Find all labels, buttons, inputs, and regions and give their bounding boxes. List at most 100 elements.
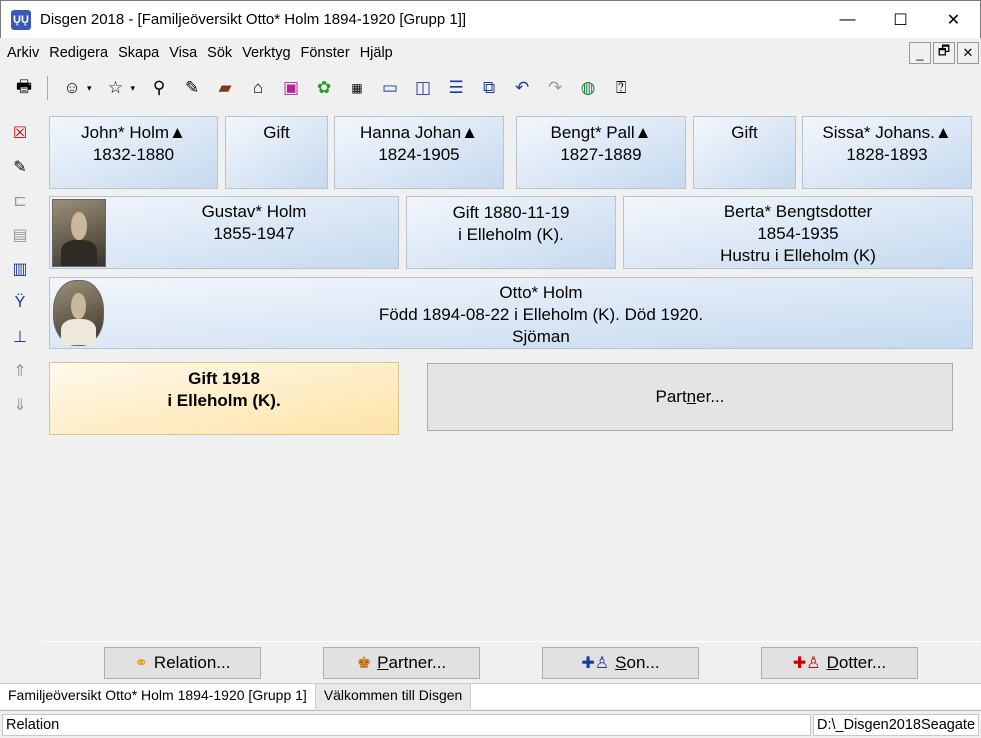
partner-placeholder[interactable]: Part n er... — [427, 363, 953, 431]
move-up-icon[interactable]: ⇑ — [6, 354, 34, 388]
status-text: Relation — [2, 713, 811, 736]
marriage-date: Gift 1880-11-19 — [452, 203, 570, 222]
paternal-grandmother-card[interactable]: Hanna Johan▲ 1824-1905 — [334, 116, 504, 189]
menu-arkiv[interactable]: Arkiv — [2, 45, 44, 61]
main-toolbar: 🖶 ☺ ▾ ☆ ▾ ⚲ ✎ ▰ ⌂ ▣ ✿ ▦ ▭ ◫ ☰ ⧉ ↶ ↷ ◍ ⍰ — [0, 70, 981, 106]
map-icon[interactable]: ✿ — [310, 74, 338, 102]
couple-icon: ♚ — [356, 655, 372, 672]
partner-button[interactable]: ♚ Partner... — [323, 647, 480, 679]
son-button-accelerator: S — [615, 653, 627, 672]
family-tree-horizontal-icon[interactable]: ⊏ — [6, 184, 34, 218]
menu-bar: Arkiv Redigera Skapa Visa Sök Verktyg Fö… — [0, 38, 981, 68]
relation-button[interactable]: ⚭ Relation... — [104, 647, 261, 679]
add-daughter-icon: ✚♙ — [792, 655, 821, 672]
person-years: 1832-1880 — [92, 145, 175, 164]
menu-verktyg[interactable]: Verktyg — [237, 45, 295, 61]
toolbar-separator — [47, 76, 48, 100]
menu-sok[interactable]: Sök — [202, 45, 237, 61]
has-children-icon: ▲ — [934, 123, 952, 142]
window-single-icon[interactable]: ▭ — [376, 74, 404, 102]
person-name: Hanna Johan — [360, 123, 462, 142]
person-role: Hustru i Elleholm (K) — [720, 246, 876, 265]
minimize-button[interactable]: — — [821, 1, 874, 39]
book-icon[interactable]: ▰ — [211, 74, 239, 102]
person-icon[interactable]: ☺ — [58, 74, 86, 102]
edit-note-icon[interactable]: ✎ — [178, 74, 206, 102]
rings-icon: ⚭ — [134, 655, 148, 672]
daughter-button[interactable]: ✚♙ Dotter... — [761, 647, 918, 679]
maternal-grandfather-card[interactable]: Bengt* Pall▲ 1827-1889 — [516, 116, 686, 189]
status-path: D:\_Disgen2018Seagate — [813, 713, 979, 736]
maternal-grandmother-card[interactable]: Sissa* Johans.▲ 1828-1893 — [802, 116, 972, 189]
window-horizontal-split-icon[interactable]: ☰ — [442, 74, 470, 102]
menu-visa[interactable]: Visa — [164, 45, 202, 61]
person-name: Sissa* Johans. — [822, 123, 935, 142]
tab-welcome[interactable]: Välkommen till Disgen — [314, 684, 472, 709]
father-photo[interactable] — [52, 199, 106, 267]
close-button[interactable]: ✕ — [927, 1, 980, 39]
person-name: Gustav* Holm — [201, 202, 307, 221]
partner-label-accelerator: n — [686, 387, 697, 406]
mdi-restore-button[interactable]: 🗗 — [933, 42, 955, 64]
mdi-minimize-button[interactable]: _ — [909, 42, 931, 64]
menu-redigera[interactable]: Redigera — [44, 45, 113, 61]
menu-hjalp[interactable]: Hjälp — [355, 45, 398, 61]
person-years: 1824-1905 — [378, 145, 460, 164]
sources-icon[interactable]: ▣ — [277, 74, 305, 102]
calendar-icon[interactable]: ▦ — [343, 74, 371, 102]
partner-button-accelerator: P — [377, 653, 389, 672]
tab-family-overview[interactable]: Familjeöversikt Otto* Holm 1894-1920 [Gr… — [0, 684, 315, 709]
person-name: Berta* Bengtsdotter — [723, 202, 873, 221]
redo-icon[interactable]: ↷ — [541, 74, 569, 102]
undo-icon[interactable]: ↶ — [508, 74, 536, 102]
person-occupation: Sjöman — [512, 327, 570, 346]
mdi-close-button[interactable]: ✕ — [957, 42, 979, 64]
notes-icon[interactable]: ✎ — [6, 150, 34, 184]
paternal-grandfather-card[interactable]: John* Holm▲ 1832-1880 — [49, 116, 218, 189]
move-down-icon[interactable]: ⇓ — [6, 388, 34, 422]
help-icon[interactable]: ⍰ — [607, 74, 635, 102]
window-vertical-split-icon[interactable]: ◫ — [409, 74, 437, 102]
maternal-grandparents-marriage-card[interactable]: Gift — [693, 116, 796, 189]
has-children-icon: ▲ — [461, 123, 478, 142]
own-marriage-card[interactable]: Gift 1918 i Elleholm (K). — [49, 362, 399, 435]
home-icon[interactable]: ⌂ — [244, 74, 272, 102]
marriage-date: Gift 1918 — [188, 369, 260, 388]
main-person-photo[interactable] — [53, 280, 104, 346]
paternal-grandparents-marriage-card[interactable]: Gift — [225, 116, 328, 189]
menu-skapa[interactable]: Skapa — [113, 45, 164, 61]
person-name: Bengt* Pall — [550, 123, 635, 142]
title-bar: ŲŲ Disgen 2018 - [Familjeöversikt Otto* … — [0, 0, 981, 38]
menu-fonster[interactable]: Fönster — [296, 45, 355, 61]
maximize-button[interactable]: ☐ — [874, 1, 927, 39]
delete-icon[interactable]: ☒ — [6, 116, 34, 150]
person-years: 1827-1889 — [560, 145, 642, 164]
ancestors-chart-icon[interactable]: ▤ — [6, 218, 34, 252]
add-son-icon: ✚♙ — [581, 655, 610, 672]
person-years: 1828-1893 — [846, 145, 928, 164]
pedigree-icon[interactable]: Ÿ — [6, 286, 34, 320]
dropdown-arrow-icon[interactable]: ▾ — [131, 83, 136, 94]
binoculars-icon[interactable]: ⚲ — [145, 74, 173, 102]
son-button-label: on... — [626, 653, 660, 672]
son-button[interactable]: ✚♙ Son... — [542, 647, 699, 679]
relation-button-label: Relation... — [153, 653, 231, 672]
partner-label-part: Part — [655, 387, 687, 406]
descendants-icon[interactable]: ⊥ — [6, 320, 34, 354]
family-list-icon[interactable]: ▥ — [6, 252, 34, 286]
mother-card[interactable]: Berta* Bengtsdotter 1854-1935 Hustru i E… — [623, 196, 973, 269]
has-children-icon: ▲ — [634, 123, 652, 142]
daughter-button-label: otter... — [838, 653, 887, 672]
left-toolbar: ☒ ✎ ⊏ ▤ ▥ Ÿ ⊥ ⇑ ⇓ — [6, 116, 36, 422]
person-search-icon[interactable]: ☆ — [102, 74, 130, 102]
globe-icon[interactable]: ◍ — [574, 74, 602, 102]
dropdown-arrow-icon[interactable]: ▾ — [87, 83, 92, 94]
person-years: 1854-1935 — [757, 224, 839, 243]
print-icon[interactable]: 🖶 — [10, 74, 38, 102]
has-children-icon: ▲ — [169, 123, 186, 142]
cascade-windows-icon[interactable]: ⧉ — [475, 74, 503, 102]
document-tabs: Familjeöversikt Otto* Holm 1894-1920 [Gr… — [0, 683, 981, 709]
parents-marriage-card[interactable]: Gift 1880-11-19 i Elleholm (K). — [406, 196, 616, 269]
main-person-card[interactable]: Otto* Holm Född 1894-08-22 i Elleholm (K… — [49, 277, 973, 349]
person-years: 1855-1947 — [213, 224, 295, 243]
